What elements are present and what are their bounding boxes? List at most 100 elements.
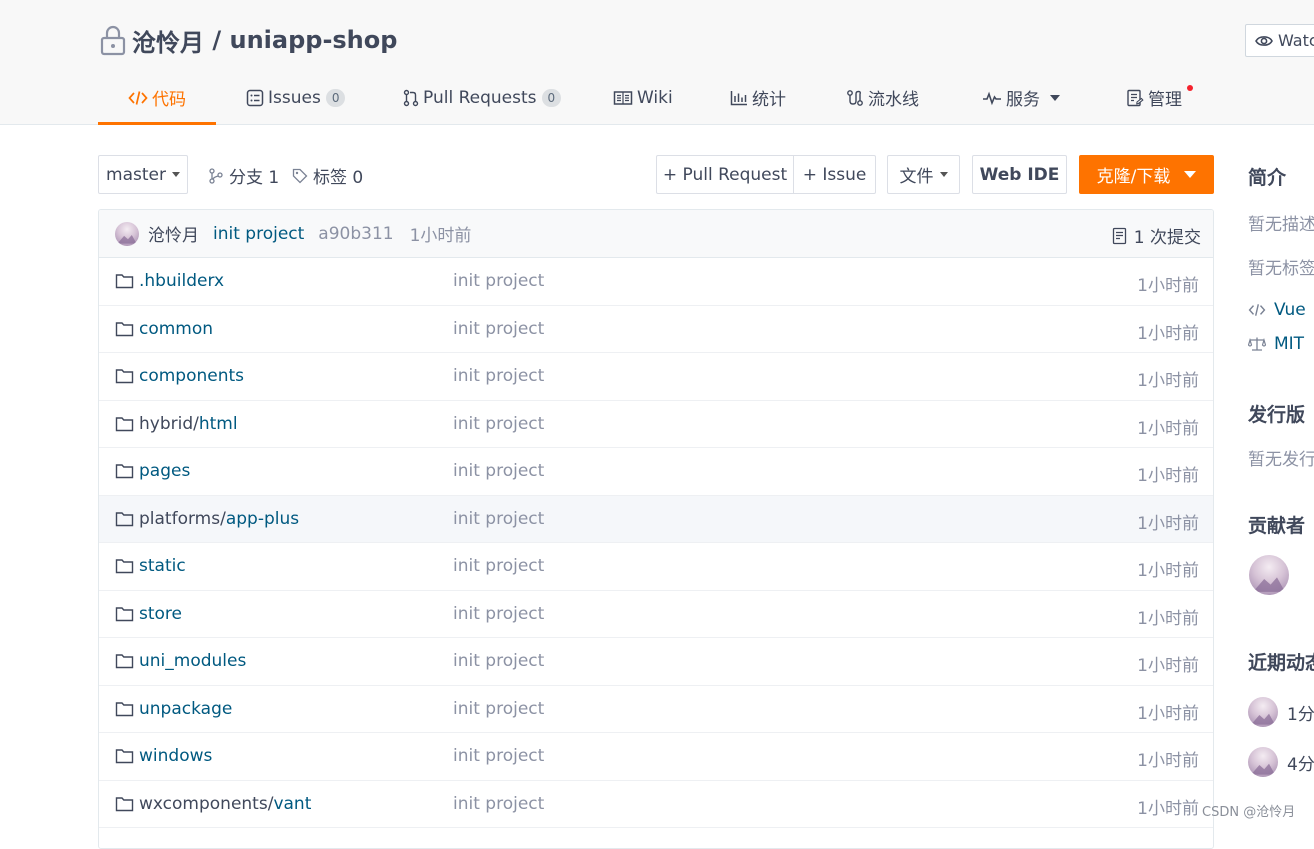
commit-time: 1小时前 (409, 226, 472, 246)
file-commit-time: 1小时前 (1137, 798, 1199, 819)
watermark: CSDN @沧怜月 (1202, 805, 1296, 820)
commit-count-link[interactable]: 1 次提交 (1112, 223, 1201, 248)
repo-name-link[interactable]: uniapp-shop (229, 26, 397, 54)
repo-nav-tabs: 代码 Issues 0 Pull Requests 0 Wiki 统计 流水线 … (98, 70, 1218, 125)
code-icon (1248, 304, 1266, 316)
file-commit-message[interactable]: init project (453, 414, 544, 434)
folder-icon (115, 749, 134, 764)
clone-download-button[interactable]: 克隆/下载 (1079, 155, 1214, 194)
folder-icon (115, 274, 134, 289)
file-name: components (139, 366, 245, 386)
tags-label: 标签 0 (313, 168, 364, 188)
table-row[interactable]: .hbuilderx init project 1小时前 (99, 258, 1213, 306)
table-row[interactable]: static init project 1小时前 (99, 543, 1213, 591)
watch-button[interactable]: Watch (1245, 24, 1314, 57)
activity-title: 近期动态 (1248, 652, 1314, 674)
tab-stats[interactable]: 统计 (730, 70, 786, 125)
file-name-link[interactable]: windows (115, 746, 212, 766)
avatar[interactable] (115, 221, 139, 246)
branch-select[interactable]: master (98, 155, 188, 194)
activity-item[interactable]: 4分 (1248, 747, 1314, 777)
file-commit-time: 1小时前 (1137, 561, 1199, 581)
file-commit-message[interactable]: init project (453, 271, 544, 291)
caret-down-icon (171, 172, 180, 177)
file-commit-message[interactable]: init project (453, 509, 544, 529)
table-row[interactable]: store init project 1小时前 (99, 591, 1213, 638)
tab-pull-requests-label: Pull Requests (423, 87, 537, 108)
language-link[interactable]: Vue (1248, 300, 1306, 320)
file-name-link[interactable]: static (115, 556, 186, 576)
table-row[interactable]: platforms/app-plus init project 1小时前 (99, 495, 1213, 543)
table-row[interactable]: pages init project 1小时前 (99, 448, 1213, 496)
file-name-link[interactable]: components (115, 366, 244, 386)
watch-label: Watch (1278, 31, 1314, 50)
file-commit-time: 1小时前 (1137, 656, 1199, 676)
file-commit-message[interactable]: init project (453, 366, 544, 386)
manage-icon (1127, 89, 1144, 106)
file-name: store (139, 603, 182, 624)
file-name-link[interactable]: platforms/app-plus (115, 509, 299, 529)
lock-icon (100, 25, 126, 56)
tab-pull-requests[interactable]: Pull Requests 0 (403, 70, 562, 125)
caret-down-icon (1184, 171, 1197, 178)
tab-code-label: 代码 (152, 90, 186, 110)
file-commit-message[interactable]: init project (453, 556, 544, 576)
file-name: .hbuilderx (139, 271, 225, 291)
file-name-link[interactable]: uni_modules (115, 651, 246, 671)
activity-item[interactable]: 1分 (1248, 697, 1314, 727)
repo-owner-link[interactable]: 沧怜月 (132, 23, 204, 58)
tab-issues[interactable]: Issues 0 (246, 70, 346, 125)
file-commit-message[interactable]: init project (453, 794, 544, 814)
tab-code[interactable]: 代码 (128, 70, 186, 125)
table-row[interactable]: common init project 1小时前 (99, 306, 1213, 353)
tab-pipeline[interactable]: 流水线 (846, 70, 919, 125)
file-commit-message[interactable]: init project (453, 319, 544, 339)
file-commit-message[interactable]: init project (453, 651, 544, 671)
license-link[interactable]: MIT (1248, 334, 1304, 354)
file-name-link[interactable]: pages (115, 461, 190, 481)
tab-wiki[interactable]: Wiki (613, 70, 673, 125)
file-name: windows (139, 746, 213, 766)
file-commit-time: 1小时前 (1137, 466, 1199, 486)
table-row[interactable]: uni_modules init project 1小时前 (99, 638, 1213, 686)
issues-icon (246, 89, 264, 106)
table-row[interactable]: hybrid/html init project 1小时前 (99, 401, 1213, 448)
file-name: static (139, 556, 186, 576)
file-commit-message[interactable]: init project (453, 746, 544, 766)
new-issue-label: + Issue (802, 164, 867, 185)
file-commit-message[interactable]: init project (453, 604, 544, 624)
table-row[interactable]: unpackage init project 1小时前 (99, 686, 1213, 733)
tags-link[interactable]: 标签 0 (292, 163, 363, 188)
repo-sidebar: 简介 暂无描述 暂无标签 Vue MIT 发行版 暂无发行版 贡献者 近期动态 … (1248, 155, 1314, 827)
file-name-link[interactable]: .hbuilderx (115, 271, 224, 291)
file-name-link[interactable]: common (115, 319, 213, 339)
file-commit-time: 1小时前 (1137, 371, 1199, 391)
file-menu-button[interactable]: 文件 (887, 155, 960, 194)
file-name-link[interactable]: hybrid/html (115, 414, 238, 434)
file-name: html (198, 413, 238, 434)
new-pull-request-button[interactable]: + Pull Request (656, 155, 794, 194)
contributor-avatar[interactable] (1249, 555, 1289, 595)
pulse-icon (983, 91, 1001, 105)
file-commit-message[interactable]: init project (453, 461, 544, 481)
tab-issues-label: Issues (268, 87, 321, 108)
clone-download-label: 克隆/下载 (1096, 167, 1171, 187)
tab-manage[interactable]: 管理 (1126, 70, 1182, 125)
file-commit-time: 1小时前 (1137, 418, 1199, 439)
file-commit-message[interactable]: init project (453, 699, 544, 719)
commit-message[interactable]: init project (213, 224, 304, 244)
file-name-link[interactable]: wxcomponents/vant (115, 794, 311, 814)
file-name-link[interactable]: store (115, 604, 182, 624)
file-name-link[interactable]: unpackage (115, 699, 232, 719)
table-row[interactable]: components init project 1小时前 (99, 353, 1213, 401)
notification-dot (1187, 85, 1193, 91)
tag-icon (292, 168, 308, 183)
new-issue-button[interactable]: + Issue (793, 155, 876, 194)
branches-link[interactable]: 分支 1 (208, 163, 279, 188)
commit-author[interactable]: 沧怜月 (148, 221, 199, 246)
tab-services[interactable]: 服务 (982, 70, 1060, 125)
web-ide-button[interactable]: Web IDE (972, 155, 1067, 194)
commit-sha[interactable]: a90b311 (318, 224, 393, 244)
table-row[interactable]: wxcomponents/vant init project 1小时前 (99, 781, 1213, 828)
table-row[interactable]: windows init project 1小时前 (99, 733, 1213, 781)
